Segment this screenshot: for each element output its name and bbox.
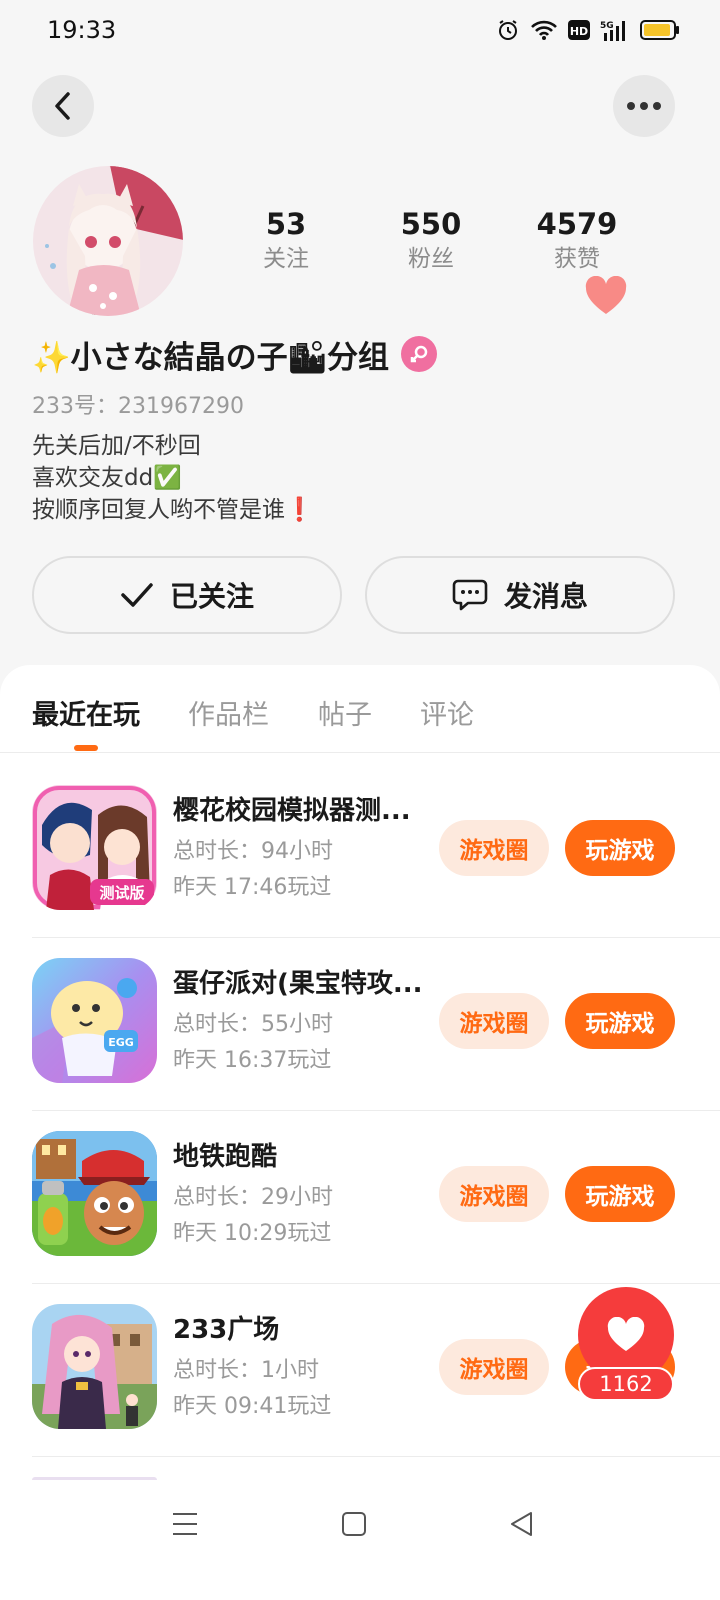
status-bar: 19:33 HD 5G [0,0,720,64]
likes-count: 4579 [536,207,618,241]
back-button[interactable] [32,75,94,137]
game-icon-subway-surfers[interactable] [32,1131,157,1256]
game-name: 233广场 [173,1315,280,1345]
user-id: 233号：231967290 [32,394,244,419]
play-game-button[interactable]: 玩游戏 [565,993,675,1049]
back-triangle-icon[interactable] [509,1510,535,1538]
svg-text:5G: 5G [600,21,614,31]
avatar[interactable] [33,166,183,316]
content-card: 最近在玩 作品栏 帖子 评论 测试版 樱花校园模拟器测... 总时长：94小时 … [0,665,720,1600]
heart-icon [607,1317,645,1351]
stat-fans[interactable]: 550 粉丝 [371,206,491,276]
fans-label: 粉丝 [408,246,454,272]
game-icon-sakura-school[interactable]: 测试版 [32,785,157,910]
svg-text:测试版: 测试版 [99,884,144,902]
chat-bubble-icon [452,579,488,611]
play-game-button[interactable]: 玩游戏 [565,1166,675,1222]
game-row[interactable]: EGG 蛋仔派对(果宝特攻... 总时长：55小时 昨天 16:37玩过 游戏圈… [32,938,720,1111]
game-row[interactable]: 地铁跑酷 总时长：29小时 昨天 10:29玩过 游戏圈 玩游戏 [32,1111,720,1284]
tab-comments[interactable]: 评论 [420,693,474,732]
followed-button[interactable]: 已关注 [32,556,342,634]
game-duration: 总时长：55小时 [173,1012,333,1037]
bio-line: 先关后加/不秒回 [32,433,201,459]
game-name: 蛋仔派对(果宝特攻... [173,969,423,999]
female-gender-icon [400,336,437,372]
stat-following[interactable]: 53 关注 [226,206,346,276]
game-row[interactable]: 测试版 樱花校园模拟器测... 总时长：94小时 昨天 17:46玩过 游戏圈 … [32,765,720,938]
game-icon-233-plaza[interactable] [32,1304,157,1429]
game-last-played: 昨天 17:46玩过 [173,875,332,900]
nickname: ✨小さな結晶の子🏙分组 [32,339,389,376]
game-circle-button[interactable]: 游戏圈 [439,1166,549,1222]
game-duration: 总时长：29小时 [173,1185,333,1210]
game-circle-button[interactable]: 游戏圈 [439,993,549,1049]
bio-line: 按顺序回复人哟不管是谁❗ [32,497,314,523]
system-nav-bar [0,1480,720,1600]
more-button[interactable] [613,75,675,137]
game-last-played: 昨天 10:29玩过 [173,1221,332,1246]
chevron-left-icon [55,92,70,120]
svg-text:EGG: EGG [108,1036,134,1049]
checkmark-icon [121,583,153,607]
game-last-played: 昨天 16:37玩过 [173,1048,332,1073]
play-game-button[interactable]: 玩游戏 [565,820,675,876]
tab-works[interactable]: 作品栏 [188,693,269,732]
like-count: 1162 [578,1367,674,1401]
signal-5g-icon: 5G [600,21,625,41]
message-label: 发消息 [503,580,588,613]
fans-count: 550 [400,207,462,241]
tab-recently-played[interactable]: 最近在玩 [32,693,140,732]
wifi-icon [531,20,557,40]
game-name: 地铁跑酷 [173,1142,278,1172]
game-circle-button[interactable]: 游戏圈 [439,1339,549,1395]
tab-bar: 最近在玩 作品栏 帖子 评论 [0,665,720,753]
following-count: 53 [265,207,307,241]
heart-icon [585,276,627,314]
bio: 先关后加/不秒回 喜欢交友dd✅ 按顺序回复人哟不管是谁❗ [32,430,314,526]
home-square-icon[interactable] [341,1510,367,1538]
more-dots-icon [627,102,661,110]
alarm-icon [499,20,517,40]
status-time: 19:33 [47,16,117,44]
like-floating-button[interactable]: 1162 [578,1287,674,1403]
followed-label: 已关注 [169,580,254,613]
game-duration: 总时长：94小时 [173,839,333,864]
game-icon-eggy-party[interactable]: EGG [32,958,157,1083]
tab-indicator [74,745,98,751]
nickname-row: ✨小さな結晶の子🏙分组 [32,334,437,376]
game-name: 樱花校园模拟器测... [173,796,411,826]
likes-label: 获赞 [554,246,600,272]
hd-icon: HD [568,20,590,40]
bio-line: 喜欢交友dd✅ [32,465,182,491]
following-label: 关注 [263,246,309,272]
send-message-button[interactable]: 发消息 [365,556,675,634]
stat-likes[interactable]: 4579 获赞 [517,206,637,276]
svg-text:HD: HD [570,25,588,38]
tab-posts[interactable]: 帖子 [318,693,372,732]
menu-icon[interactable] [172,1510,198,1538]
status-icons: HD 5G [496,18,680,42]
game-circle-button[interactable]: 游戏圈 [439,820,549,876]
battery-icon [640,20,679,40]
game-last-played: 昨天 09:41玩过 [173,1394,332,1419]
game-duration: 总时长：1小时 [173,1358,319,1383]
